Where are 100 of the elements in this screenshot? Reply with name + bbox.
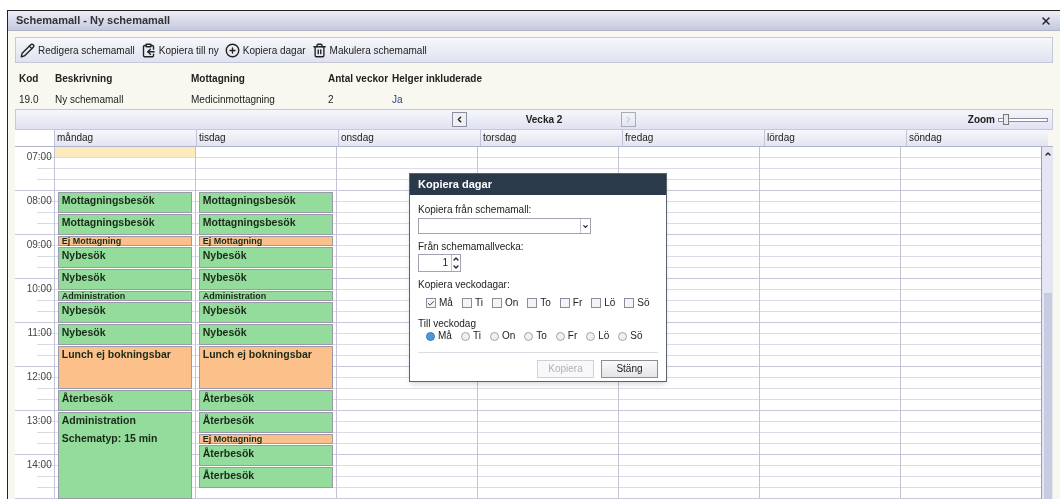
- day-header: lördag: [764, 130, 906, 146]
- toolbar-button[interactable]: Redigera schemamall: [20, 42, 135, 58]
- field-label: Till veckodag: [418, 318, 477, 330]
- hour-label: 10:00: [26, 284, 52, 294]
- zoom-slider[interactable]: [998, 114, 1048, 125]
- field-label: Från schemamallvecka:: [418, 241, 525, 253]
- weekday-checkbox[interactable]: On: [491, 297, 519, 309]
- field-value: 2: [328, 93, 335, 107]
- plus-circle-icon: [224, 42, 240, 58]
- block-title: Mottagningsbesök: [202, 193, 297, 207]
- schedule-block[interactable]: Nybesök: [57, 302, 192, 323]
- block-title: Nybesök: [61, 325, 107, 339]
- selected-time-slot[interactable]: [54, 147, 195, 158]
- schedule-block[interactable]: Mottagningsbesök: [198, 192, 333, 213]
- schedule-block[interactable]: Administration: [198, 291, 333, 301]
- weekday-checkbox[interactable]: Sö: [624, 297, 650, 309]
- scrollbar[interactable]: [1041, 147, 1053, 499]
- block-title: Mottagningsbesök: [61, 215, 156, 229]
- dropdown-caret-icon: [582, 222, 589, 230]
- schedule-block[interactable]: Administration: [57, 291, 192, 301]
- schedule-block[interactable]: Nybesök: [198, 247, 333, 268]
- zoom-label: Zoom: [967, 113, 995, 127]
- window-title: Schemamall - Ny schemamall: [16, 13, 171, 29]
- week-label: Vecka 2: [524, 113, 564, 127]
- block-title: Mottagningsbesök: [202, 215, 297, 229]
- schedule-block[interactable]: Nybesök: [198, 302, 333, 323]
- close-button[interactable]: [1040, 14, 1052, 27]
- field-label: Kopiera veckodagar:: [418, 279, 511, 291]
- schedule-block[interactable]: Återbesök: [57, 390, 192, 411]
- block-title: Mottagningsbesök: [61, 193, 156, 207]
- hour-label: 09:00: [26, 240, 52, 250]
- clipboard-icon: [140, 42, 156, 58]
- block-title: Administration: [61, 292, 127, 300]
- schedule-block[interactable]: Administration Schematyp: 15 min: [57, 412, 192, 499]
- close-icon: [1040, 14, 1052, 27]
- schedule-block[interactable]: Nybesök: [57, 269, 192, 290]
- block-title: Nybesök: [202, 248, 248, 262]
- schedule-block[interactable]: Återbesök: [198, 467, 333, 488]
- toolbar-button[interactable]: Kopiera dagar: [224, 42, 306, 58]
- field-label: Beskrivning: [55, 72, 114, 86]
- weekday-checkbox[interactable]: Fr: [559, 297, 583, 309]
- block-title: Lunch ej bokningsbar: [61, 347, 172, 361]
- weekday-radio[interactable]: Fr: [555, 330, 578, 342]
- toolbar-button[interactable]: Kopiera till ny: [140, 42, 219, 58]
- day-header: fredag: [622, 130, 764, 146]
- block-title: Återbesök: [202, 391, 256, 405]
- block-title: Nybesök: [202, 303, 248, 317]
- block-title: Nybesök: [61, 270, 107, 284]
- weekday-checkbox[interactable]: Lö: [591, 297, 616, 309]
- weekday-radio[interactable]: To: [524, 330, 547, 342]
- schedule-block[interactable]: Återbesök: [198, 390, 333, 411]
- block-title: Återbesök: [61, 391, 115, 405]
- schedule-block[interactable]: Lunch ej bokningsbar: [198, 346, 333, 389]
- schedule-block[interactable]: Ej Mottagning: [198, 236, 333, 246]
- schedule-block[interactable]: Nybesök: [57, 247, 192, 268]
- hour-label: 08:00: [26, 196, 52, 206]
- field-label: Kopiera från schemamall:: [418, 204, 533, 216]
- week-spinner[interactable]: 1: [418, 254, 461, 272]
- block-subtitle: Schematyp: 15 min: [61, 431, 159, 445]
- schedule-block[interactable]: Mottagningsbesök: [57, 214, 192, 235]
- weekday-radio[interactable]: Ti: [460, 330, 481, 342]
- weekday-checkbox[interactable]: To: [527, 297, 551, 309]
- schedule-block[interactable]: Mottagningsbesök: [57, 192, 192, 213]
- schedule-block[interactable]: Nybesök: [198, 269, 333, 290]
- weekday-checkbox[interactable]: Må: [426, 297, 453, 309]
- hour-label: 07:00: [26, 152, 52, 162]
- weekday-radio[interactable]: Må: [426, 330, 452, 342]
- dialog-button[interactable]: Stäng: [601, 360, 658, 378]
- block-title: Återbesök: [202, 446, 256, 460]
- schedule-block[interactable]: Ej Mottagning: [57, 236, 192, 246]
- field-value: 19.0: [19, 93, 40, 107]
- field-value: Ja: [392, 93, 404, 107]
- block-title: Återbesök: [202, 413, 256, 427]
- schedule-block[interactable]: Nybesök: [198, 324, 333, 345]
- template-dropdown[interactable]: [418, 218, 591, 234]
- decrement-icon: [452, 263, 460, 271]
- field-value: Medicinmottagning: [191, 93, 276, 107]
- schedule-block[interactable]: Återbesök: [198, 445, 333, 466]
- block-title: Ej Mottagning: [202, 237, 264, 245]
- field-value: Ny schemamall: [55, 93, 125, 107]
- weekday-checkbox[interactable]: Ti: [461, 297, 483, 309]
- weekday-radio[interactable]: Lö: [586, 330, 610, 342]
- block-title: Administration: [202, 292, 268, 300]
- previous-week-button[interactable]: [452, 112, 467, 127]
- block-title: Lunch ej bokningsbar: [202, 347, 313, 361]
- weekday-radio[interactable]: Sö: [618, 330, 643, 342]
- weekday-radio[interactable]: On: [489, 330, 516, 342]
- schedule-block[interactable]: Ej Mottagning: [198, 434, 333, 444]
- field-label: Helger inkluderade: [392, 72, 484, 86]
- block-title: Nybesök: [61, 248, 107, 262]
- day-header: tisdag: [196, 130, 338, 146]
- block-title: Återbesök: [202, 468, 256, 482]
- field-label: Antal veckor: [328, 72, 390, 86]
- day-header: måndag: [54, 130, 196, 146]
- toolbar-button[interactable]: Makulera schemamall: [311, 42, 427, 58]
- block-title: Ej Mottagning: [61, 237, 123, 245]
- schedule-block[interactable]: Mottagningsbesök: [198, 214, 333, 235]
- schedule-block[interactable]: Nybesök: [57, 324, 192, 345]
- schedule-block[interactable]: Återbesök: [198, 412, 333, 433]
- schedule-block[interactable]: Lunch ej bokningsbar: [57, 346, 192, 389]
